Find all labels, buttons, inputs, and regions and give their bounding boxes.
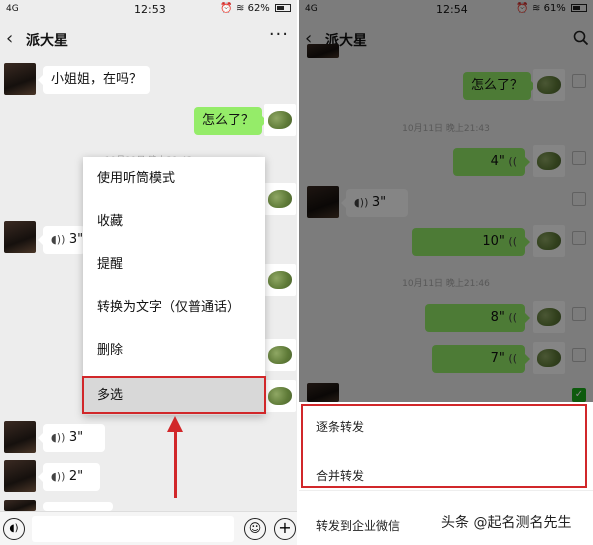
avatar[interactable] bbox=[4, 500, 36, 511]
menu-item-favorite[interactable]: 收藏 bbox=[83, 200, 265, 243]
menu-item-delete[interactable]: 删除 bbox=[83, 329, 265, 372]
voice-wave-icon: ◖)) bbox=[51, 233, 69, 246]
status-bar: 4G 12:53 ⏰ ≋ 62% bbox=[0, 0, 297, 20]
dim-overlay[interactable] bbox=[299, 0, 593, 402]
message-input[interactable] bbox=[32, 516, 234, 542]
voice-message[interactable]: ◖)) 3" bbox=[38, 226, 85, 254]
voice-duration: 3" bbox=[68, 232, 84, 247]
pointer-arrow bbox=[174, 430, 177, 498]
voice-input-icon[interactable]: ◖) bbox=[3, 518, 25, 540]
voice-wave-icon: ◖)) bbox=[51, 470, 69, 483]
menu-item-convert-to-text[interactable]: 转换为文字（仅普通话） bbox=[83, 286, 265, 329]
voice-message[interactable] bbox=[38, 502, 113, 521]
menu-item-remind[interactable]: 提醒 bbox=[83, 243, 265, 286]
voice-message[interactable]: ◖)) 3" bbox=[38, 424, 105, 452]
status-time: 12:53 bbox=[134, 3, 166, 16]
right-screen: 4G 12:54 ⏰ ≋ 61% ‹ 派大星 怎么了？ 10月11日 晚上21:… bbox=[299, 0, 593, 545]
more-dots-icon[interactable]: ··· bbox=[269, 24, 289, 45]
avatar[interactable] bbox=[4, 421, 36, 453]
voice-wave-icon: ◖)) bbox=[51, 431, 69, 444]
avatar-self[interactable] bbox=[264, 183, 296, 215]
avatar-self[interactable] bbox=[264, 339, 296, 371]
chat-title: 派大星 bbox=[26, 33, 68, 49]
highlight-box bbox=[82, 376, 266, 414]
avatar-self[interactable] bbox=[264, 264, 296, 296]
message-bubble[interactable]: 小姐姐，在吗？ bbox=[37, 66, 151, 94]
avatar-self[interactable] bbox=[264, 380, 296, 412]
plus-icon[interactable]: + bbox=[274, 518, 296, 540]
voice-duration: 2" bbox=[68, 469, 84, 484]
avatar[interactable] bbox=[4, 221, 36, 253]
status-icons: ⏰ ≋ 62% bbox=[220, 3, 291, 14]
avatar[interactable] bbox=[4, 460, 36, 492]
alarm-icon: ⏰ bbox=[220, 3, 233, 14]
avatar[interactable] bbox=[4, 63, 36, 95]
battery-percent: 62% bbox=[247, 3, 270, 14]
message-bubble-sent[interactable]: 怎么了？ bbox=[194, 107, 268, 135]
menu-item-earpiece-mode[interactable]: 使用听筒模式 bbox=[83, 157, 265, 200]
chat-header: ‹ 派大星 ··· bbox=[0, 20, 297, 58]
signal-indicator: 4G bbox=[6, 4, 19, 14]
back-chevron-icon[interactable]: ‹ bbox=[6, 28, 13, 49]
highlight-box bbox=[301, 404, 587, 488]
option-forward-to-wecom[interactable]: 转发到企业微信 bbox=[316, 517, 400, 534]
watermark: 头条 @起名测名先生 bbox=[441, 515, 572, 531]
left-screen: 4G 12:53 ⏰ ≋ 62% ‹ 派大星 ··· 小姐姐，在吗？ 怎么了？ … bbox=[0, 0, 297, 545]
avatar-self[interactable] bbox=[264, 104, 296, 136]
wifi-icon: ≋ bbox=[236, 3, 245, 14]
voice-message[interactable]: ◖)) 2" bbox=[38, 463, 100, 491]
voice-duration: 3" bbox=[68, 430, 84, 445]
divider bbox=[299, 490, 593, 491]
emoji-icon[interactable]: ☺ bbox=[244, 518, 266, 540]
input-bar: ◖) ☺ + bbox=[0, 511, 297, 545]
battery-icon bbox=[275, 4, 291, 12]
